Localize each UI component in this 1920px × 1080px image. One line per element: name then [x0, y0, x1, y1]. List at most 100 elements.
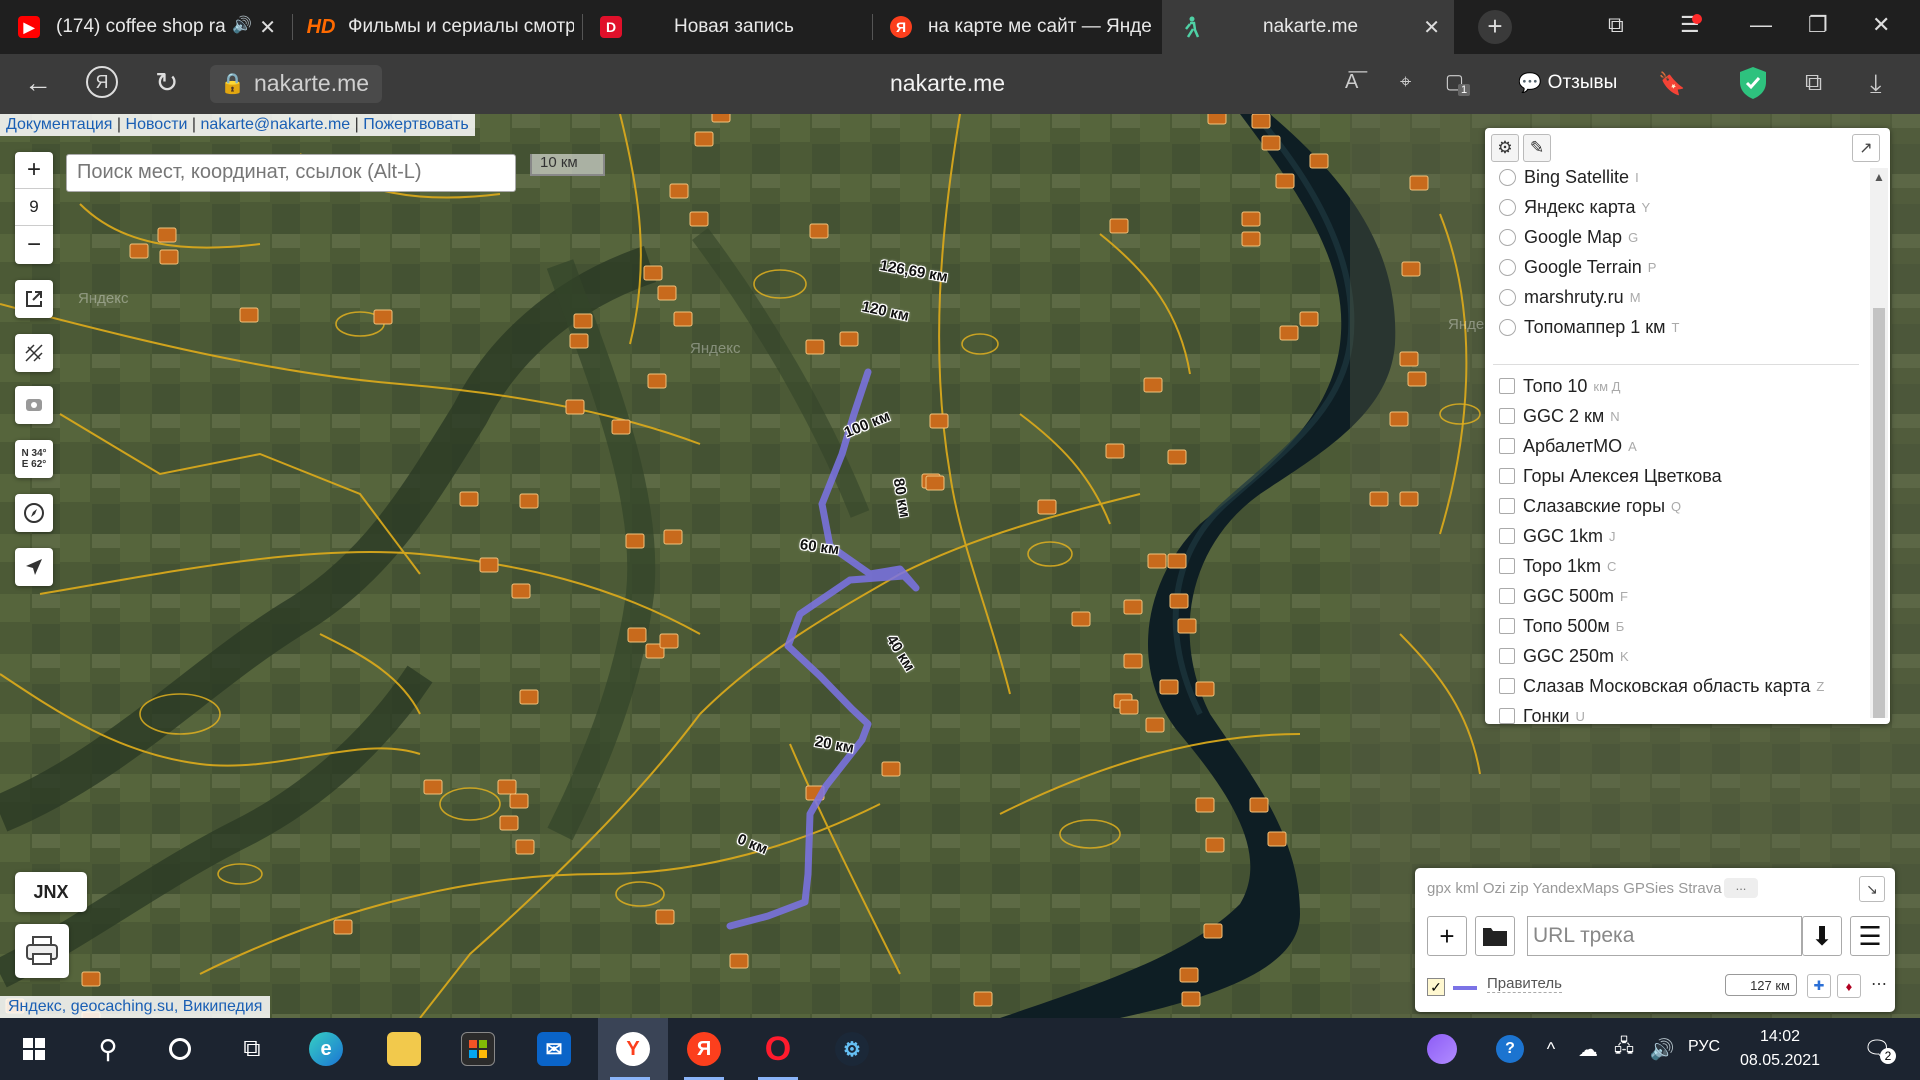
network-button[interactable]: 🖧: [1606, 1018, 1642, 1080]
overlay-layer-item[interactable]: Горы Алексея Цветкова: [1499, 463, 1728, 489]
edit-button[interactable]: ✎: [1523, 134, 1551, 162]
overlay-layer-item[interactable]: GGC 250m K: [1499, 643, 1629, 669]
taskbar-mail[interactable]: ✉: [522, 1018, 586, 1080]
notifications-button[interactable]: 🗨 2: [1852, 1018, 1902, 1080]
volume-button[interactable]: 🔊: [1644, 1018, 1680, 1080]
start-button[interactable]: [0, 1018, 68, 1080]
url-text[interactable]: nakarte.me: [254, 70, 369, 97]
layer-radio[interactable]: [1499, 258, 1516, 276]
taskbar-yandex[interactable]: Я: [672, 1018, 736, 1080]
base-layer-item[interactable]: Google Terrain P: [1499, 254, 1656, 280]
docs-link[interactable]: Документация: [6, 116, 112, 133]
collections-icon[interactable]: ⧉: [1608, 12, 1624, 38]
layer-checkbox[interactable]: [1499, 558, 1515, 574]
scroll-up-icon[interactable]: ▲: [1873, 170, 1885, 184]
overlay-layer-item[interactable]: Топо 10 км Д: [1499, 373, 1620, 399]
layer-checkbox[interactable]: [1499, 708, 1515, 724]
more-formats-button[interactable]: ...: [1724, 878, 1758, 898]
layer-checkbox[interactable]: [1499, 588, 1515, 604]
tray-expand-button[interactable]: ^: [1536, 1018, 1566, 1080]
layer-checkbox[interactable]: [1499, 468, 1515, 484]
donate-link[interactable]: Пожертвовать: [363, 116, 468, 133]
azimuth-button[interactable]: [15, 494, 53, 532]
onedrive-button[interactable]: ☁: [1570, 1018, 1606, 1080]
minimize-icon[interactable]: —: [1750, 12, 1772, 38]
overlay-layer-item[interactable]: GGC 1km J: [1499, 523, 1616, 549]
coordinates-button[interactable]: N 34° E 62°: [15, 440, 53, 478]
news-link[interactable]: Новости: [126, 116, 188, 133]
layer-checkbox[interactable]: [1499, 618, 1515, 634]
layer-checkbox[interactable]: [1499, 648, 1515, 664]
taskbar-yandex-browser[interactable]: Y: [598, 1018, 668, 1080]
add-point-button[interactable]: ♦: [1837, 974, 1861, 998]
overlay-layer-item[interactable]: Топо 500м Б: [1499, 613, 1624, 639]
reviews-button[interactable]: 💬 Отзывы: [1518, 66, 1617, 100]
layer-checkbox[interactable]: [1499, 678, 1515, 694]
layer-checkbox[interactable]: [1499, 408, 1515, 424]
track-color-swatch[interactable]: [1453, 986, 1477, 990]
search-input[interactable]: Поиск мест, координат, ссылок (Alt-L): [66, 154, 516, 192]
taskbar-store[interactable]: [446, 1018, 510, 1080]
taskbar-steam[interactable]: ⚙: [820, 1018, 884, 1080]
tab-new-post[interactable]: D Новая запись: [582, 0, 872, 54]
overlay-layer-item[interactable]: АрбалетМО A: [1499, 433, 1637, 459]
jnx-button[interactable]: JNX: [15, 872, 87, 912]
ruler-button[interactable]: [15, 334, 53, 372]
more-options-icon[interactable]: ⋯: [1871, 974, 1887, 994]
locate-button[interactable]: [15, 548, 53, 586]
close-tab-icon[interactable]: ✕: [259, 15, 276, 40]
base-layer-item[interactable]: Google Map G: [1499, 224, 1638, 250]
taskbar-opera[interactable]: O: [746, 1018, 810, 1080]
track-visibility-checkbox[interactable]: ✓: [1427, 978, 1445, 996]
overlay-layer-item[interactable]: GGC 500m F: [1499, 583, 1628, 609]
layer-checkbox[interactable]: [1499, 438, 1515, 454]
settings-button[interactable]: ⚙: [1491, 134, 1519, 162]
scroll-thumb[interactable]: [1873, 308, 1885, 718]
download-url-button[interactable]: ⬇: [1802, 916, 1842, 956]
layer-checkbox[interactable]: [1499, 498, 1515, 514]
layers-scrollbar[interactable]: ▲: [1870, 168, 1888, 718]
base-layer-item[interactable]: Bing Satellite I: [1499, 164, 1639, 190]
layer-radio[interactable]: [1499, 228, 1516, 246]
collapse-layers-button[interactable]: ↗: [1852, 134, 1880, 162]
print-button[interactable]: [15, 924, 69, 978]
tab-youtube[interactable]: ▶ (174) coffee shop ra 🔊 ✕: [0, 0, 290, 54]
search-button[interactable]: ⚲: [78, 1018, 138, 1080]
overlay-layer-item[interactable]: Topo 1km C: [1499, 553, 1616, 579]
tab-films[interactable]: HD Фильмы и сериалы смотр: [292, 0, 577, 54]
tracks-menu-button[interactable]: ☰: [1850, 916, 1890, 956]
shield-icon[interactable]: [1738, 66, 1768, 105]
overlay-layer-item[interactable]: GGC 2 км N: [1499, 403, 1620, 429]
maximize-icon[interactable]: ❐: [1808, 12, 1828, 38]
email-link[interactable]: nakarte@nakarte.me: [201, 116, 351, 133]
map-canvas[interactable]: Яндекс Яндекс Янде 126,69 км 120 км 100 км…: [0, 114, 1920, 1018]
sidebar-icon[interactable]: ⧉: [1805, 69, 1822, 97]
add-segment-button[interactable]: ✚: [1807, 974, 1831, 998]
cortana-button[interactable]: [150, 1018, 210, 1080]
expand-tracks-button[interactable]: ↘: [1859, 876, 1885, 902]
overlay-layer-item[interactable]: Слазавские горы Q: [1499, 493, 1681, 519]
taskbar-explorer[interactable]: [372, 1018, 436, 1080]
zoom-in-button[interactable]: +: [15, 152, 53, 189]
overlay-layer-item[interactable]: Слазав Московская область карта Z: [1499, 673, 1824, 699]
help-button[interactable]: ?: [1492, 1018, 1528, 1080]
location-icon[interactable]: ⌖: [1400, 71, 1411, 94]
clock[interactable]: 14:02 08.05.2021: [1740, 1025, 1820, 1073]
yandex-home-icon[interactable]: Я: [86, 66, 118, 98]
new-track-button[interactable]: +: [1427, 916, 1467, 956]
close-tab-icon[interactable]: ✕: [1423, 15, 1440, 40]
layer-checkbox[interactable]: [1499, 528, 1515, 544]
taskbar-edge[interactable]: e: [294, 1018, 358, 1080]
alice-button[interactable]: [1422, 1018, 1462, 1080]
layer-radio[interactable]: [1499, 168, 1516, 186]
external-link-button[interactable]: [15, 280, 53, 318]
task-view-button[interactable]: ⧉: [222, 1018, 282, 1080]
layer-checkbox[interactable]: [1499, 378, 1515, 394]
track-url-input[interactable]: URL трека: [1527, 916, 1802, 956]
layer-radio[interactable]: [1499, 198, 1516, 216]
overlay-layer-item[interactable]: Гонки U: [1499, 703, 1585, 724]
layer-radio[interactable]: [1499, 318, 1516, 336]
layer-radio[interactable]: [1499, 288, 1516, 306]
attribution[interactable]: Яндекс, geocaching.su, Википедия: [0, 996, 271, 1018]
panoramas-button[interactable]: [15, 386, 53, 424]
